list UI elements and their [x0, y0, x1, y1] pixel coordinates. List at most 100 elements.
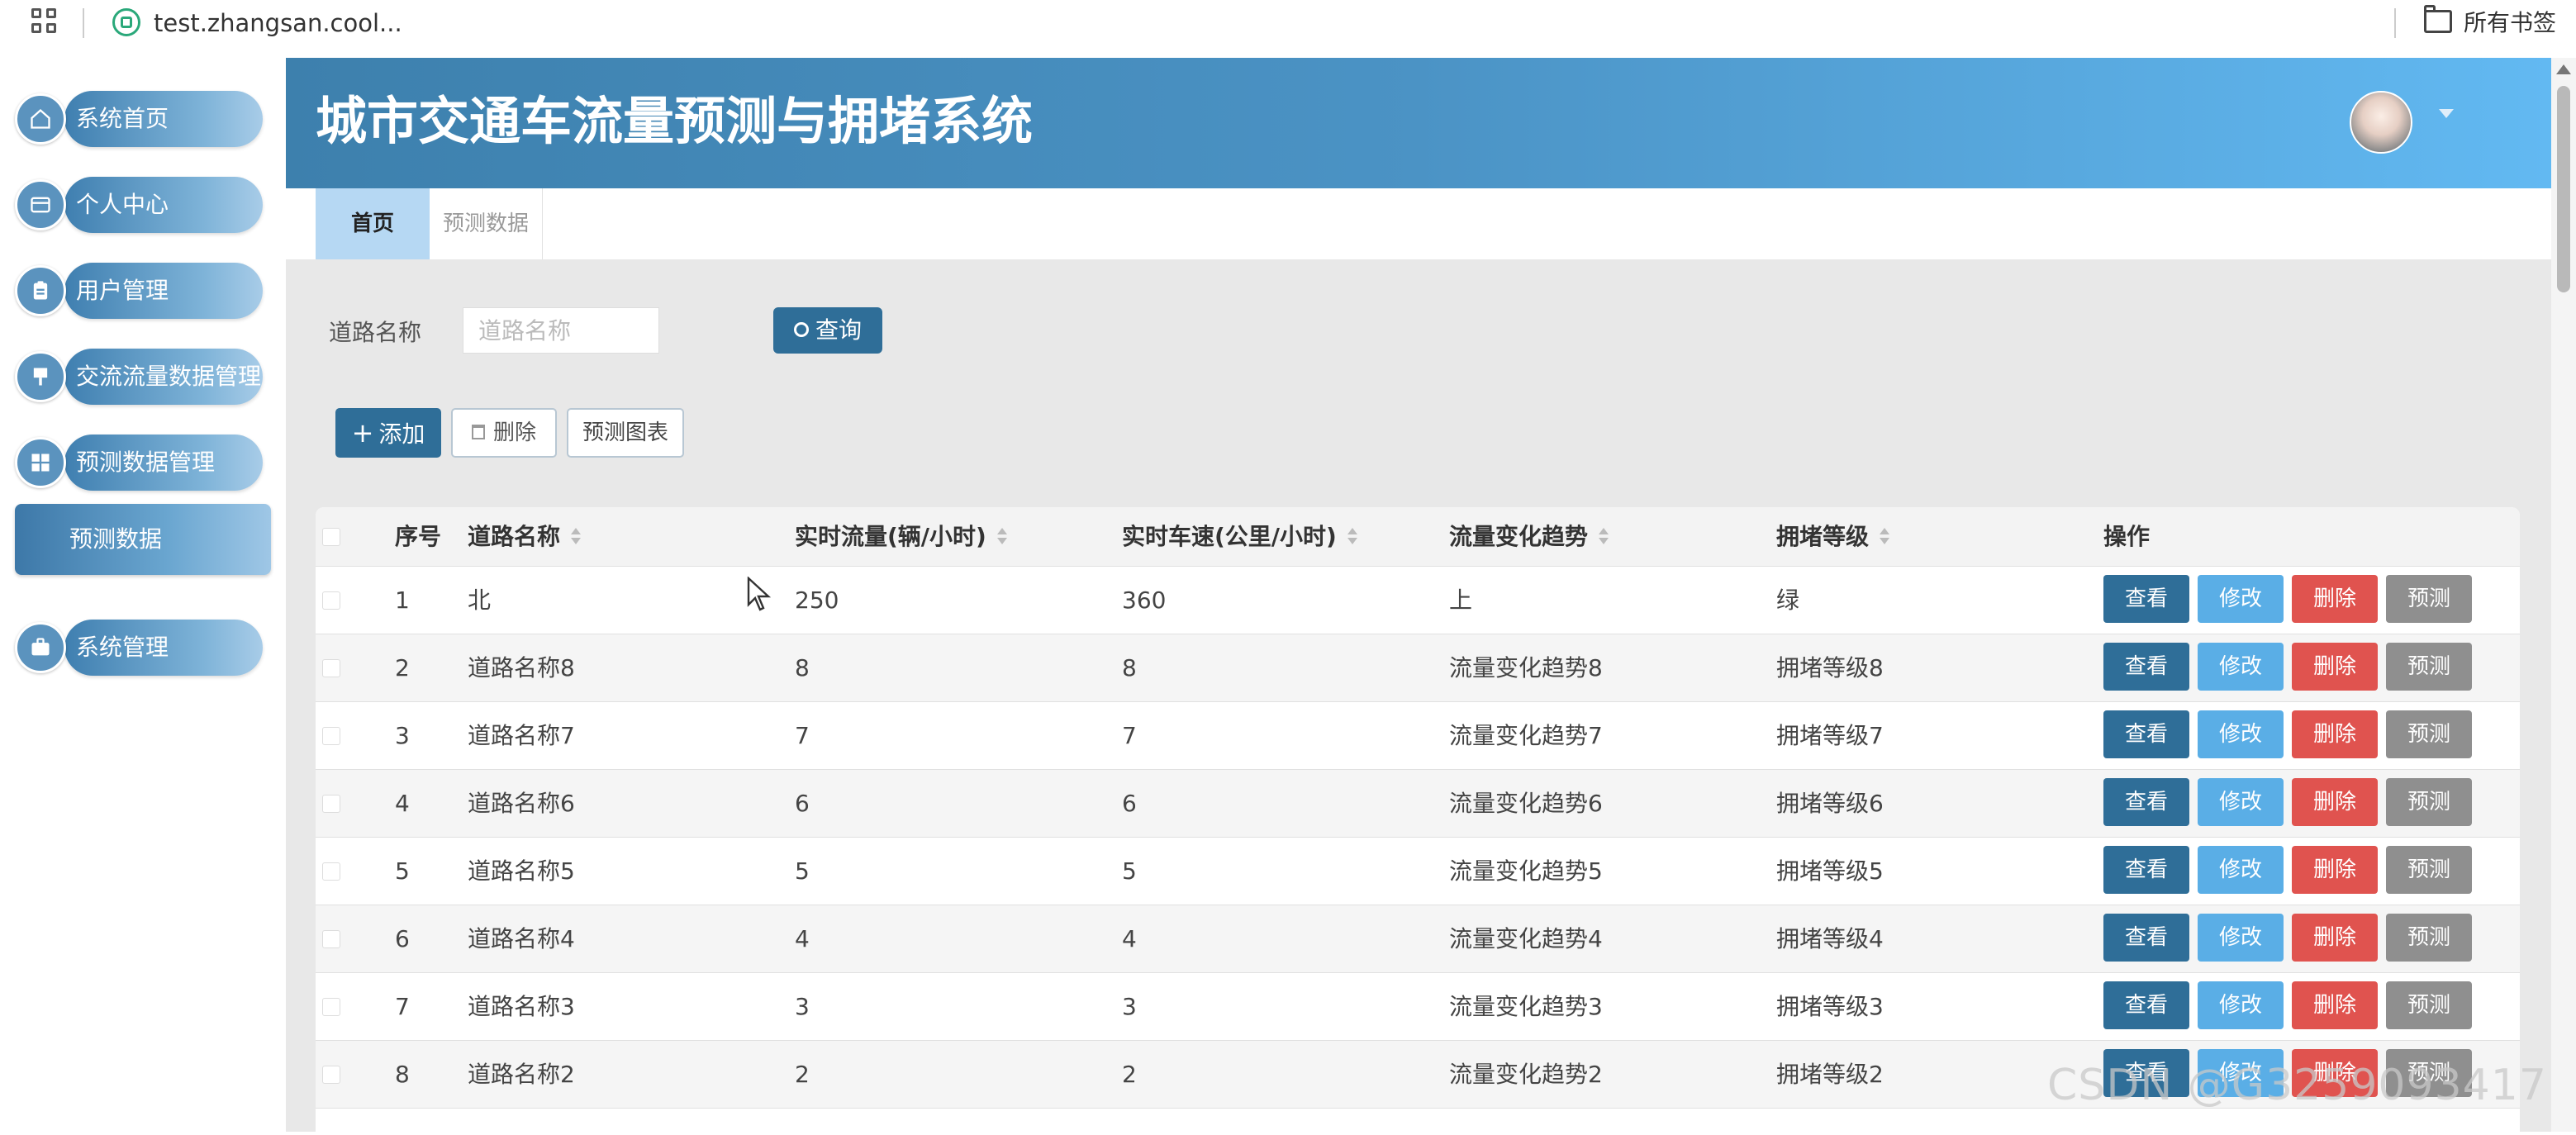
sidebar-subitem-prediction-data[interactable]: 预测数据 — [15, 504, 271, 575]
cell-road-name: 道路名称4 — [468, 925, 575, 952]
cell-flow: 8 — [795, 654, 810, 681]
sidebar-item-label: 预测数据管理 — [76, 449, 216, 476]
view-button[interactable]: 查看 — [2103, 710, 2189, 758]
table-row: 3 道路名称7 7 7 流量变化趋势7 拥堵等级7 查看 修改 删除 预测 — [316, 702, 2520, 770]
sidebar-item-traffic-data[interactable]: 交流流量数据管理 — [15, 349, 263, 406]
view-button[interactable]: 查看 — [2103, 643, 2189, 691]
view-button[interactable]: 查看 — [2103, 778, 2189, 826]
search-button-label: 查询 — [815, 316, 862, 344]
row-checkbox[interactable] — [322, 930, 340, 948]
view-button[interactable]: 查看 — [2103, 575, 2189, 623]
row-checkbox[interactable] — [322, 998, 340, 1016]
delete-button[interactable]: 删除 — [2292, 846, 2378, 894]
predict-button[interactable]: 预测 — [2386, 981, 2472, 1029]
clipboard-icon — [15, 265, 66, 316]
folder-icon[interactable] — [2424, 5, 2452, 33]
cell-road-name: 道路名称5 — [468, 857, 575, 885]
edit-button[interactable]: 修改 — [2198, 710, 2284, 758]
edit-button[interactable]: 修改 — [2198, 575, 2284, 623]
trash-icon — [471, 424, 485, 439]
delete-button[interactable]: 删除 — [2292, 981, 2378, 1029]
view-button[interactable]: 查看 — [2103, 914, 2189, 962]
delete-button[interactable]: 删除 — [2292, 575, 2378, 623]
scroll-up-arrow-icon[interactable] — [2556, 64, 2571, 74]
row-checkbox[interactable] — [322, 659, 340, 677]
edit-button[interactable]: 修改 — [2198, 643, 2284, 691]
sidebar-item-home[interactable]: 系统首页 — [15, 91, 263, 149]
delete-button[interactable]: 删除 — [2292, 643, 2378, 691]
predict-button[interactable]: 预测 — [2386, 575, 2472, 623]
sort-icon[interactable] — [996, 526, 1008, 546]
cell-flow: 7 — [795, 722, 810, 749]
avatar[interactable] — [2350, 91, 2412, 154]
column-header-label: 实时车速(公里/小时) — [1122, 523, 1337, 550]
predict-button[interactable]: 预测 — [2386, 710, 2472, 758]
cell-congestion: 拥堵等级8 — [1776, 654, 1884, 681]
sort-icon[interactable] — [1347, 526, 1358, 546]
cell-index: 1 — [395, 586, 410, 614]
sort-icon[interactable] — [570, 526, 582, 546]
column-header-congestion[interactable]: 拥堵等级 — [1776, 507, 1890, 567]
row-checkbox[interactable] — [322, 1066, 340, 1084]
cell-road-name: 道路名称3 — [468, 993, 575, 1020]
cell-index: 5 — [395, 857, 410, 885]
edit-button[interactable]: 修改 — [2198, 914, 2284, 962]
edit-button[interactable]: 修改 — [2198, 778, 2284, 826]
column-header-trend[interactable]: 流量变化趋势 — [1449, 507, 1609, 567]
cell-road-name: 道路名称8 — [468, 654, 575, 681]
add-button[interactable]: + 添加 — [335, 408, 441, 458]
predict-button[interactable]: 预测 — [2386, 914, 2472, 962]
cell-road-name: 道路名称7 — [468, 722, 575, 749]
data-table: 序号 道路名称 实时流量(辆/小时) 实时车速(公里/小时) 流量变化趋势 拥堵… — [316, 507, 2520, 1135]
table-header-row: 序号 道路名称 实时流量(辆/小时) 实时车速(公里/小时) 流量变化趋势 拥堵… — [316, 507, 2520, 567]
delete-button[interactable]: 删除 — [2292, 914, 2378, 962]
vertical-scrollbar[interactable] — [2551, 58, 2576, 1132]
sort-icon[interactable] — [1879, 526, 1890, 546]
row-checkbox[interactable] — [322, 591, 340, 610]
column-header-road-name[interactable]: 道路名称 — [468, 507, 582, 567]
column-header-speed[interactable]: 实时车速(公里/小时) — [1122, 507, 1358, 567]
briefcase-icon — [15, 622, 66, 673]
edit-button[interactable]: 修改 — [2198, 846, 2284, 894]
grid-icon — [15, 437, 66, 488]
delete-button-label: 删除 — [492, 420, 536, 445]
address-bar-url[interactable]: test.zhangsan.cool... — [154, 7, 402, 40]
batch-delete-button[interactable]: 删除 — [451, 408, 557, 458]
predict-button[interactable]: 预测 — [2386, 643, 2472, 691]
cell-speed: 4 — [1122, 925, 1137, 952]
sidebar-item-label: 用户管理 — [76, 277, 169, 304]
apps-grid-icon[interactable] — [31, 8, 61, 38]
cell-trend: 流量变化趋势8 — [1449, 654, 1603, 681]
predict-button[interactable]: 预测 — [2386, 846, 2472, 894]
all-bookmarks-link[interactable]: 所有书签 — [2464, 7, 2556, 40]
delete-button[interactable]: 删除 — [2292, 778, 2378, 826]
sidebar-item-profile[interactable]: 个人中心 — [15, 177, 263, 235]
prediction-chart-button[interactable]: 预测图表 — [567, 408, 684, 458]
scrollbar-thumb[interactable] — [2557, 86, 2570, 292]
select-all-checkbox[interactable] — [322, 528, 340, 546]
predict-button[interactable]: 预测 — [2386, 778, 2472, 826]
cell-trend: 流量变化趋势2 — [1449, 1061, 1603, 1088]
search-button[interactable]: 查询 — [773, 307, 882, 354]
column-header-flow[interactable]: 实时流量(辆/小时) — [795, 507, 1008, 567]
chevron-down-icon[interactable] — [2439, 109, 2454, 118]
sidebar-item-system[interactable]: 系统管理 — [15, 620, 263, 677]
cell-trend: 流量变化趋势3 — [1449, 993, 1603, 1020]
sort-icon[interactable] — [1598, 526, 1609, 546]
delete-button[interactable]: 删除 — [2292, 710, 2378, 758]
row-checkbox[interactable] — [322, 862, 340, 881]
cell-speed: 8 — [1122, 654, 1137, 681]
tab-home[interactable]: 首页 — [316, 188, 430, 259]
tab-prediction-data[interactable]: 预测数据 — [430, 188, 543, 259]
edit-button[interactable]: 修改 — [2198, 981, 2284, 1029]
road-name-search-input[interactable] — [463, 307, 659, 354]
row-checkbox[interactable] — [322, 795, 340, 813]
sidebar-item-users[interactable]: 用户管理 — [15, 263, 263, 321]
cell-congestion: 拥堵等级4 — [1776, 925, 1884, 952]
row-checkbox[interactable] — [322, 727, 340, 745]
view-button[interactable]: 查看 — [2103, 846, 2189, 894]
sidebar-item-label: 系统首页 — [76, 105, 169, 132]
view-button[interactable]: 查看 — [2103, 981, 2189, 1029]
main-content: 道路名称 查询 +添加 删除 预测图表 序号 道路名称 实时流量(辆/小时) 实… — [286, 259, 2551, 1135]
sidebar-item-prediction[interactable]: 预测数据管理 — [15, 435, 263, 492]
